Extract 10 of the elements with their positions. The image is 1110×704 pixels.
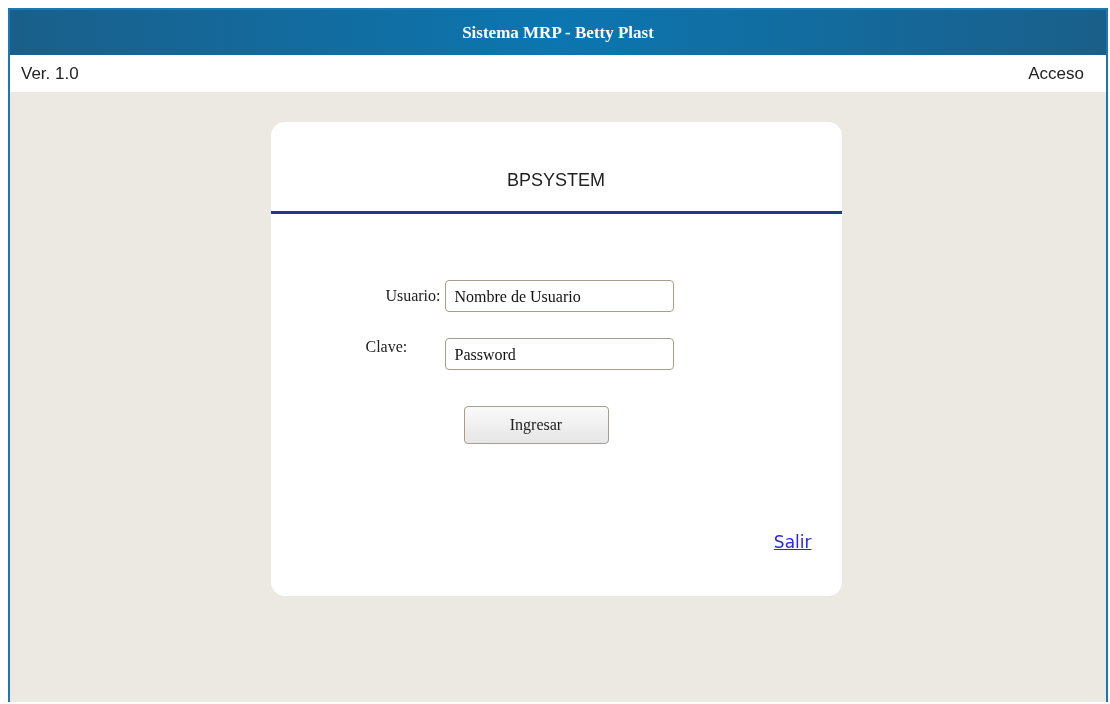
input-field[interactable]: Password xyxy=(444,338,674,370)
login-button[interactable]: Ingresar xyxy=(463,406,609,444)
exit-link[interactable]: Salir xyxy=(773,532,812,552)
version-label: Ver. 1.0 xyxy=(21,63,79,84)
window-title: Sistema MRP - Betty Plast xyxy=(10,10,1106,55)
section-label: Acceso xyxy=(1028,63,1084,84)
field-label: Clave: xyxy=(365,338,408,356)
card-title: BPSYSTEM xyxy=(270,122,842,214)
input-field[interactable]: Nombre de Usuario xyxy=(444,280,674,312)
field-label: Usuario: xyxy=(385,287,441,305)
